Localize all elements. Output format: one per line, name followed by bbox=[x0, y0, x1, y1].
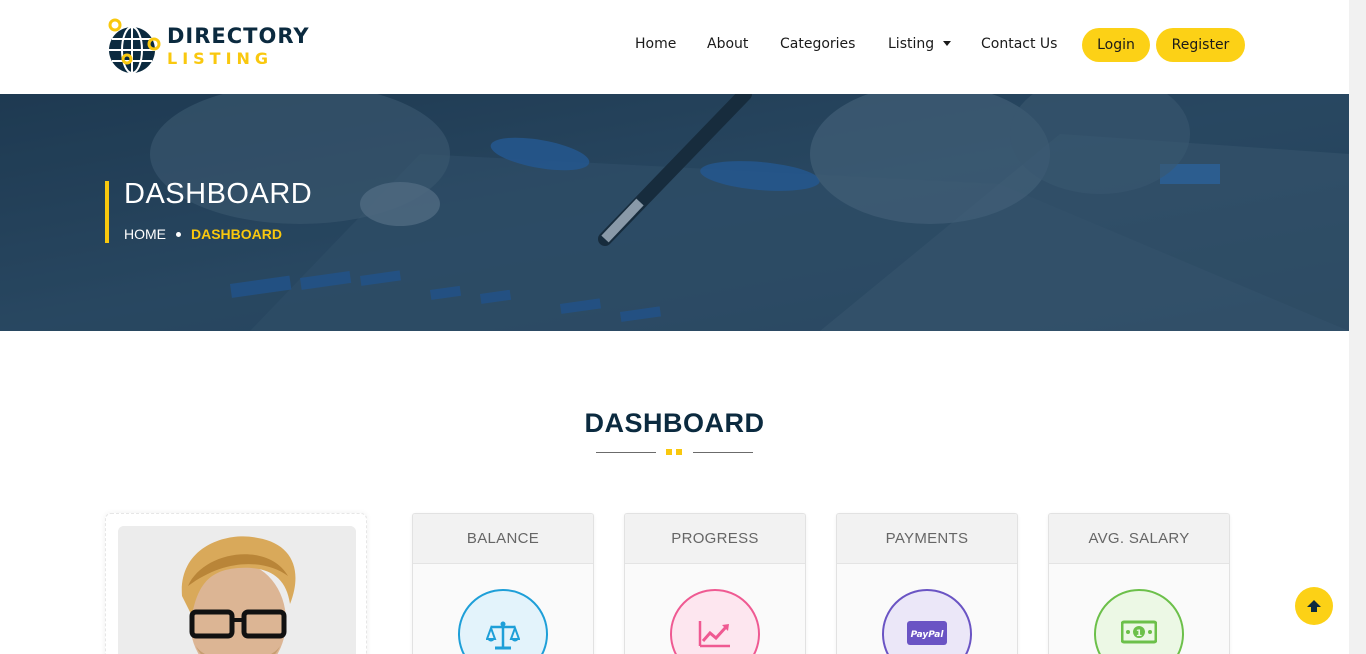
site-header: DIRECTORY LISTING Home About Categories … bbox=[0, 0, 1349, 94]
title-divider-left bbox=[596, 452, 656, 453]
banner-accent-bar bbox=[105, 181, 109, 243]
breadcrumb-separator bbox=[176, 231, 181, 237]
breadcrumb-home[interactable]: HOME bbox=[124, 226, 166, 242]
nav-item-categories[interactable]: Categories bbox=[780, 36, 855, 52]
money-bill-icon: 1 bbox=[1094, 589, 1184, 654]
breadcrumb: HOME DASHBOARD bbox=[124, 226, 282, 242]
banner-background-image bbox=[0, 94, 1349, 331]
page-scrollbar[interactable] bbox=[1349, 0, 1366, 654]
stat-card-balance[interactable]: BALANCE bbox=[412, 513, 594, 654]
breadcrumb-current: DASHBOARD bbox=[191, 226, 282, 242]
brand-name-line2: LISTING bbox=[167, 49, 274, 68]
brand-name-line1: DIRECTORY bbox=[167, 24, 310, 48]
nav-item-listing-label: Listing bbox=[888, 36, 935, 52]
brand-logo[interactable]: DIRECTORY LISTING bbox=[107, 18, 310, 78]
profile-card bbox=[105, 513, 367, 654]
profile-photo bbox=[118, 526, 356, 654]
line-chart-icon bbox=[670, 589, 760, 654]
avatar bbox=[118, 526, 356, 654]
balance-scale-icon bbox=[458, 589, 548, 654]
title-divider-right bbox=[693, 452, 753, 453]
stat-card-title: BALANCE bbox=[413, 514, 593, 564]
page-banner: DASHBOARD HOME DASHBOARD bbox=[0, 94, 1349, 331]
scroll-to-top-button[interactable] bbox=[1295, 587, 1333, 625]
stat-card-title: PAYMENTS bbox=[837, 514, 1017, 564]
section-title: DASHBOARD bbox=[584, 408, 765, 438]
svg-text:1: 1 bbox=[1136, 629, 1142, 639]
nav-item-home[interactable]: Home bbox=[635, 36, 676, 52]
login-button[interactable]: Login bbox=[1082, 28, 1150, 62]
caret-down-icon bbox=[943, 40, 952, 46]
register-button[interactable]: Register bbox=[1156, 28, 1245, 62]
arrow-up-icon bbox=[1307, 600, 1321, 612]
globe-logo-icon bbox=[108, 18, 161, 74]
stat-card-avg-salary[interactable]: AVG. SALARY 1 bbox=[1048, 513, 1230, 654]
stat-card-payments[interactable]: PAYMENTS PayPal bbox=[836, 513, 1018, 654]
title-divider-square-1 bbox=[666, 449, 672, 455]
page-title: DASHBOARD bbox=[124, 178, 313, 210]
stat-card-title: PROGRESS bbox=[625, 514, 805, 564]
stat-card-title: AVG. SALARY bbox=[1049, 514, 1229, 564]
title-divider-square-2 bbox=[676, 449, 682, 455]
stat-card-progress[interactable]: PROGRESS bbox=[624, 513, 806, 654]
nav-item-listing[interactable]: Listing bbox=[888, 36, 952, 52]
nav-item-about[interactable]: About bbox=[707, 36, 748, 52]
svg-text:PayPal: PayPal bbox=[911, 630, 945, 640]
nav-item-contact[interactable]: Contact Us bbox=[981, 36, 1057, 52]
paypal-icon: PayPal bbox=[882, 589, 972, 654]
